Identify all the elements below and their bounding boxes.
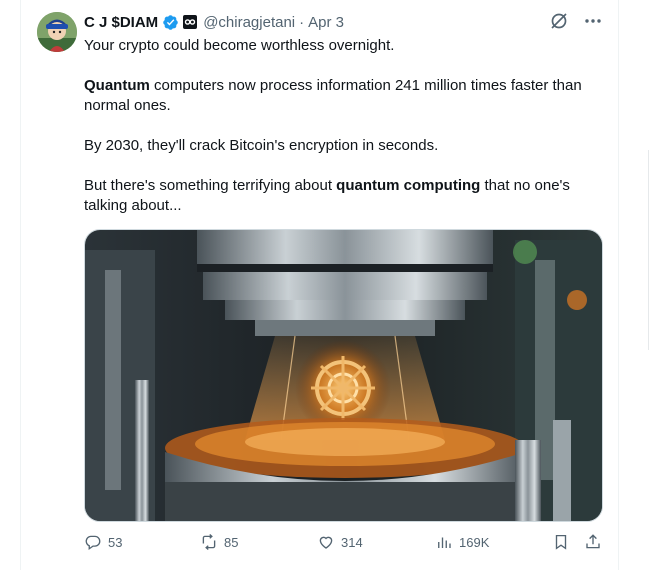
paragraph-4: But there's something terrifying about q… (84, 176, 609, 216)
paragraph-2-text: computers now process information 241 mi… (84, 77, 582, 114)
tweet-actions: 53 85 314 169K (84, 533, 604, 555)
bold-term-quantum-computing: quantum computing (336, 177, 481, 194)
repost-button[interactable]: 85 (200, 533, 238, 551)
repost-icon (202, 533, 216, 551)
tweet-header: C J $DIAM @chiragjetani · Apr 3 (84, 12, 344, 32)
paragraph-3: By 2030, they'll crack Bitcoin's encrypt… (84, 137, 439, 154)
grok-icon[interactable] (548, 10, 570, 32)
avatar[interactable] (37, 12, 77, 52)
more-icon[interactable] (582, 10, 604, 32)
repost-count: 85 (224, 534, 239, 550)
reply-count: 53 (108, 534, 123, 550)
paragraph-2: Quantum computers now process informatio… (84, 76, 609, 116)
tweet-date[interactable]: Apr 3 (308, 14, 344, 31)
avatar-image (37, 12, 77, 52)
author-name[interactable]: C J $DIAM (84, 14, 158, 31)
verified-badge-icon[interactable] (162, 14, 179, 31)
views-button[interactable]: 169K (435, 533, 489, 551)
views-icon (438, 537, 451, 548)
like-button[interactable]: 314 (317, 533, 363, 551)
tweet-image[interactable] (84, 229, 603, 522)
timeline-border-right (618, 0, 619, 570)
paragraph-1: Your crypto could become worthless overn… (84, 37, 395, 54)
bookmark-button[interactable] (552, 533, 570, 551)
share-button[interactable] (584, 533, 602, 551)
separator-dot: · (299, 13, 305, 31)
paragraph-4-start: But there's something terrifying about (84, 177, 337, 194)
bookmark-icon (555, 534, 567, 550)
views-count: 169K (459, 534, 490, 550)
affiliate-icon[interactable] (183, 15, 198, 29)
bold-term-quantum: Quantum (84, 77, 150, 94)
tweet[interactable]: C J $DIAM @chiragjetani · Apr 3 Your cry… (21, 0, 618, 570)
reply-icon (85, 535, 101, 551)
like-icon (319, 536, 333, 549)
share-icon (586, 534, 600, 549)
like-count: 314 (341, 534, 363, 550)
quantum-computer-image (85, 230, 602, 521)
tweet-text: Your crypto could become worthless overn… (84, 36, 609, 236)
reply-button[interactable]: 53 (84, 533, 122, 551)
sidebar-edge (648, 150, 649, 350)
tweet-top-actions (548, 10, 604, 32)
author-handle[interactable]: @chiragjetani (203, 14, 295, 31)
